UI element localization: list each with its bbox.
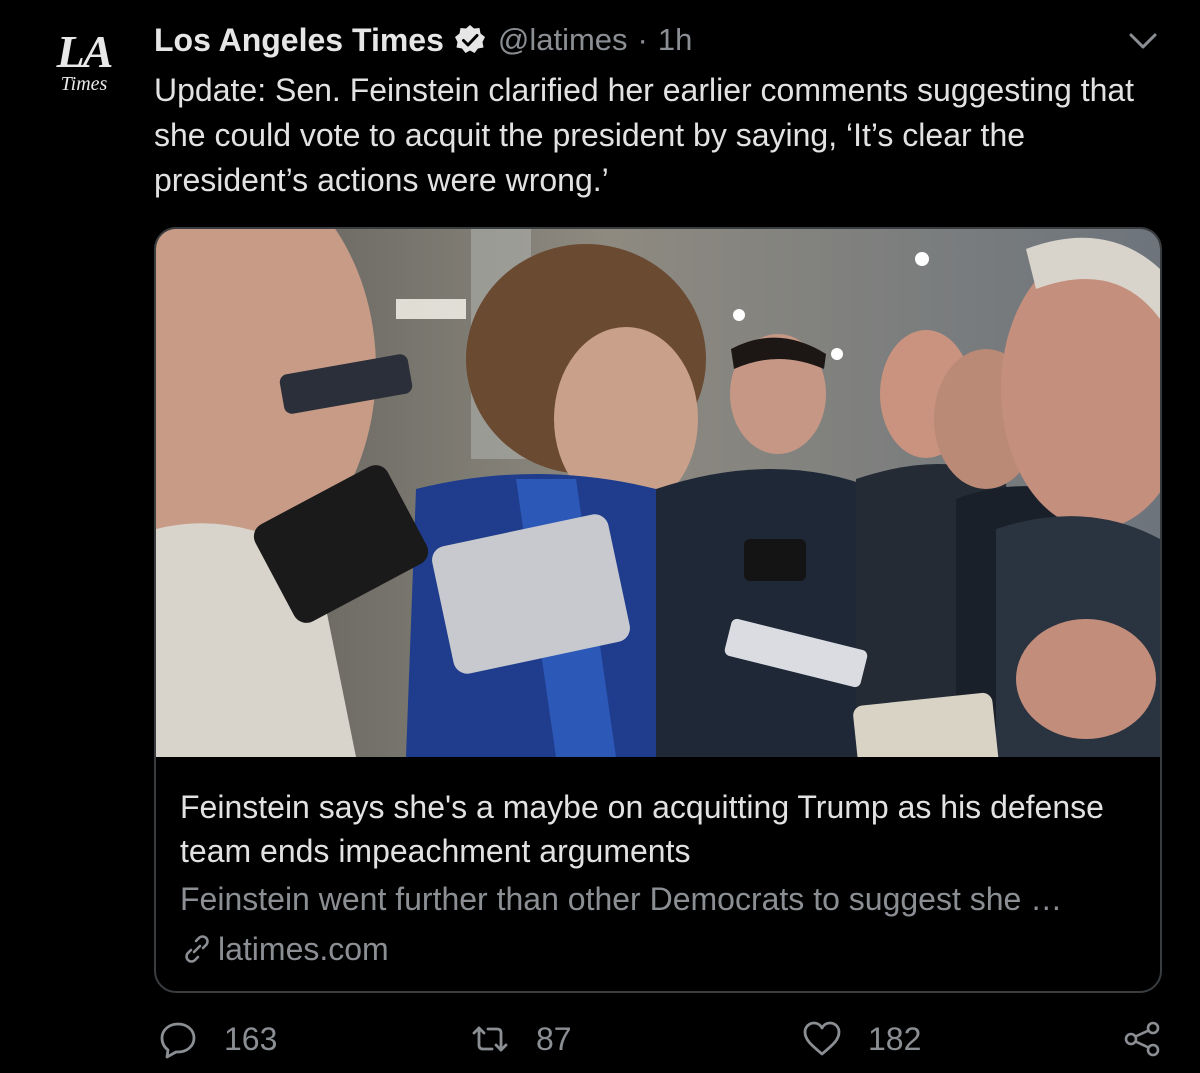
tweet-actions: 163 87 182	[154, 1014, 1174, 1064]
tweet[interactable]: LA Times Los Angeles Times @latimes · 1h…	[0, 0, 1200, 1073]
tweet-timestamp[interactable]: 1h	[658, 22, 692, 58]
tweet-text: Update: Sen. Feinstein clarified her ear…	[154, 72, 1135, 198]
avatar-logo-times: Times	[60, 73, 108, 95]
tweet-header: Los Angeles Times @latimes · 1h	[154, 18, 692, 62]
reply-count: 163	[224, 1020, 278, 1057]
retweet-count: 87	[536, 1020, 572, 1057]
link-card[interactable]: Feinstein says she's a maybe on acquitti…	[154, 227, 1162, 993]
avatar[interactable]: LA Times	[44, 26, 124, 110]
retweet-icon	[472, 1026, 508, 1052]
like-button[interactable]: 182	[802, 1014, 921, 1064]
verified-badge-icon	[454, 24, 486, 56]
like-count: 182	[868, 1020, 922, 1057]
card-image[interactable]	[156, 229, 1160, 757]
author-handle[interactable]: @latimes	[498, 22, 628, 58]
card-title[interactable]: Feinstein says she's a maybe on acquitti…	[180, 785, 1140, 873]
reply-button[interactable]: 163	[158, 1014, 277, 1064]
chevron-down-icon[interactable]	[1126, 28, 1160, 54]
header-separator: ·	[637, 22, 648, 57]
author-name[interactable]: Los Angeles Times	[154, 22, 444, 59]
share-icon	[1124, 1021, 1160, 1057]
share-button[interactable]	[1122, 1014, 1162, 1064]
avatar-logo-la: LA	[56, 26, 114, 77]
card-description: Feinstein went further than other Democr…	[180, 881, 1063, 917]
reply-icon	[160, 1022, 196, 1059]
heart-icon	[803, 1021, 841, 1056]
retweet-button[interactable]: 87	[470, 1014, 572, 1064]
link-icon	[185, 935, 209, 963]
card-domain[interactable]: latimes.com	[180, 927, 389, 971]
card-domain-text: latimes.com	[218, 930, 389, 967]
